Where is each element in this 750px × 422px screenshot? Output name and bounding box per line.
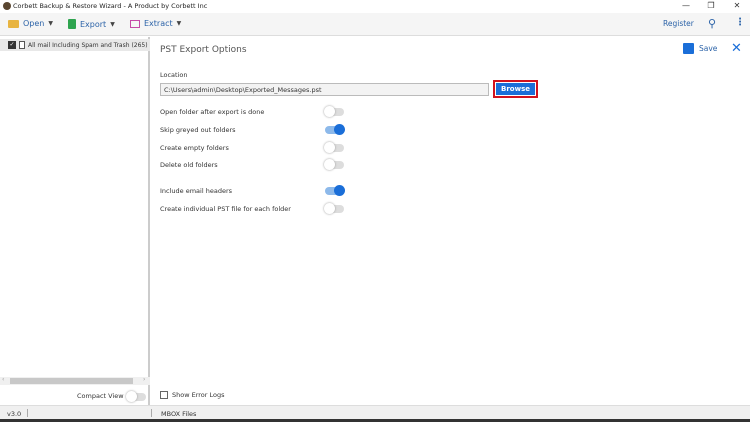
- option-toggle[interactable]: [325, 185, 345, 196]
- option-label: Create individual PST file for each fold…: [160, 205, 291, 213]
- option-label: Include email headers: [160, 187, 233, 195]
- status-bar: v3.0 MBOX Files: [0, 405, 750, 419]
- divider: [151, 409, 152, 417]
- window-title: Corbett Backup & Restore Wizard - A Prod…: [13, 2, 208, 10]
- save-button[interactable]: Save: [683, 43, 717, 54]
- scroll-right-icon[interactable]: ›: [143, 376, 145, 383]
- folder-name: All mail Including Spam and Trash (265): [28, 41, 148, 49]
- folder-icon: [8, 19, 19, 28]
- horizontal-scrollbar[interactable]: ‹ ›: [0, 376, 150, 385]
- version-label: v3.0: [7, 410, 22, 418]
- option-toggle[interactable]: [324, 203, 344, 214]
- toggle-knob: [334, 185, 345, 196]
- scroll-left-icon[interactable]: ‹: [2, 376, 4, 383]
- restore-button[interactable]: ❐: [701, 1, 721, 10]
- option-label: Open folder after export is done: [160, 108, 265, 116]
- app-logo-icon: [3, 2, 11, 10]
- location-label: Location: [160, 71, 188, 79]
- toggle-knob: [324, 203, 335, 214]
- save-icon: [683, 43, 694, 54]
- checkbox-checked[interactable]: ✓: [8, 41, 16, 49]
- show-error-logs-label: Show Error Logs: [172, 391, 225, 399]
- browse-label: Browse: [496, 83, 535, 95]
- register-link[interactable]: Register: [663, 19, 694, 28]
- folder-tree-item[interactable]: ✓ All mail Including Spam and Trash (265…: [0, 39, 150, 51]
- mail-file-icon: [19, 41, 25, 49]
- file-type-label: MBOX Files: [161, 410, 197, 418]
- toggle-knob: [324, 159, 335, 170]
- option-label: Create empty folders: [160, 144, 229, 152]
- toggle-knob: [334, 124, 345, 135]
- chevron-down-icon: ▼: [110, 20, 115, 28]
- close-panel-icon[interactable]: ✕: [731, 41, 742, 56]
- option-toggle[interactable]: [324, 142, 344, 153]
- option-toggle[interactable]: [324, 106, 344, 117]
- browse-button[interactable]: Browse: [493, 80, 538, 98]
- compact-view-label: Compact View: [77, 392, 124, 400]
- option-toggle[interactable]: [324, 159, 344, 170]
- chevron-down-icon: ▼: [48, 20, 53, 27]
- extract-label: Extract: [144, 19, 173, 28]
- title-bar: Corbett Backup & Restore Wizard - A Prod…: [0, 0, 750, 13]
- option-label: Skip greyed out folders: [160, 126, 236, 134]
- toolbar: Open ▼ Export ▼ Extract ▼ Register ⚲ ⋮: [0, 13, 750, 36]
- export-file-icon: [68, 19, 76, 29]
- option-toggle[interactable]: [325, 124, 345, 135]
- checkbox-unchecked[interactable]: [160, 391, 168, 399]
- minimize-button[interactable]: —: [676, 1, 696, 10]
- open-label: Open: [23, 19, 45, 28]
- divider: [27, 409, 28, 417]
- option-label: Delete old folders: [160, 161, 218, 169]
- more-menu-icon[interactable]: ⋮: [735, 17, 745, 28]
- toggle-knob: [324, 106, 335, 117]
- scrollbar-thumb[interactable]: [10, 378, 133, 384]
- compact-view-toggle[interactable]: [126, 391, 146, 402]
- panel-title: PST Export Options: [160, 45, 247, 55]
- save-label: Save: [699, 44, 718, 53]
- show-error-logs[interactable]: Show Error Logs: [160, 391, 225, 399]
- open-button[interactable]: Open ▼: [8, 19, 53, 28]
- chevron-down-icon: ▼: [176, 20, 182, 27]
- location-input[interactable]: [160, 83, 489, 96]
- export-button[interactable]: Export ▼: [68, 19, 115, 29]
- export-label: Export: [80, 19, 107, 29]
- folder-pane: ✓ All mail Including Spam and Trash (265…: [0, 37, 150, 405]
- toggle-knob: [324, 142, 335, 153]
- close-window-button[interactable]: ✕: [727, 1, 747, 10]
- search-icon[interactable]: ⚲: [708, 17, 716, 30]
- extract-button[interactable]: Extract ▼: [130, 19, 181, 28]
- extract-icon: [130, 19, 140, 28]
